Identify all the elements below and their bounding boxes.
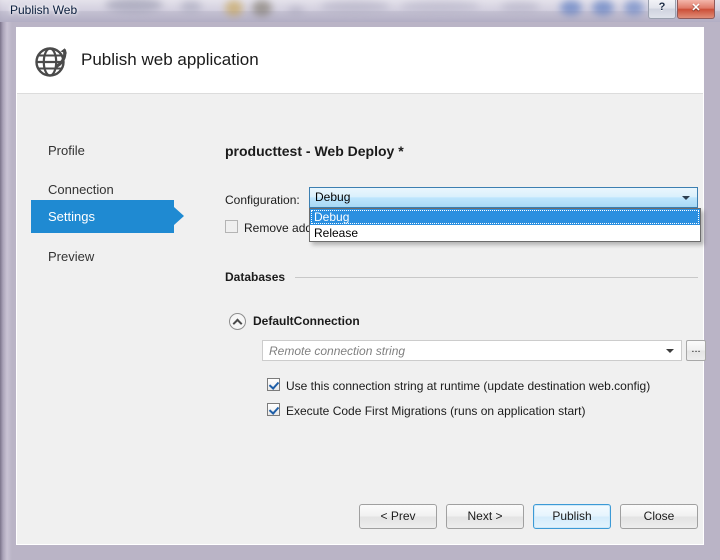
dialog-header: Publish web application: [17, 28, 703, 94]
chevron-up-circle-icon[interactable]: [229, 313, 246, 330]
dropdown-option-label: Release: [314, 226, 359, 240]
glass-blur-artifact: [225, 0, 243, 16]
close-dialog-button[interactable]: Close: [620, 504, 698, 529]
group-separator: [295, 277, 698, 278]
dropdown-option-release[interactable]: Release: [310, 225, 700, 241]
execute-migrations-label: Execute Code First Migrations (runs on a…: [286, 404, 586, 418]
chevron-down-icon[interactable]: [666, 349, 674, 353]
default-connection-label: DefaultConnection: [253, 314, 360, 328]
window-titlebar[interactable]: Publish Web: [0, 0, 720, 22]
prev-button[interactable]: < Prev: [359, 504, 437, 529]
glass-blur-artifact: [105, 0, 163, 12]
glass-blur-artifact: [252, 0, 272, 16]
databases-group-label: Databases: [225, 270, 286, 284]
use-connection-string-label: Use this connection string at runtime (u…: [286, 379, 651, 393]
sidebar-item-preview[interactable]: Preview: [31, 240, 176, 273]
globe-publish-icon: [35, 47, 67, 77]
wizard-sidebar: Profile Connection Settings Preview: [17, 95, 192, 546]
page-title: producttest - Web Deploy *: [225, 143, 404, 159]
sidebar-item-label: Preview: [48, 249, 95, 264]
remove-additional-files-checkbox[interactable]: [225, 220, 238, 233]
sidebar-item-profile[interactable]: Profile: [31, 134, 176, 167]
connection-string-placeholder: Remote connection string: [269, 344, 406, 358]
help-button[interactable]: ?: [648, 0, 676, 19]
configuration-combobox[interactable]: Debug: [309, 187, 698, 208]
connection-string-combobox[interactable]: Remote connection string: [262, 340, 682, 361]
help-icon: ?: [658, 1, 666, 13]
configuration-selected-value: Debug: [315, 190, 351, 204]
close-button[interactable]: ✕: [677, 0, 715, 19]
sidebar-item-settings[interactable]: Settings: [31, 200, 184, 233]
glass-blur-artifact: [288, 6, 304, 15]
execute-migrations-checkbox[interactable]: [267, 403, 280, 416]
glass-blur-artifact: [624, 0, 644, 15]
glass-blur-artifact: [500, 2, 540, 12]
dropdown-option-debug[interactable]: Debug: [310, 209, 700, 225]
glass-blur-artifact: [180, 1, 202, 12]
sidebar-item-label: Profile: [48, 143, 85, 158]
close-icon: ✕: [691, 2, 701, 14]
glass-blur-artifact: [320, 1, 390, 12]
glass-blur-artifact: [400, 1, 480, 12]
glass-blur-artifact: [560, 0, 582, 15]
window-frame: Publish Web ? ✕ Publish web application …: [0, 0, 720, 560]
settings-panel: producttest - Web Deploy * Configuration…: [192, 95, 706, 546]
sidebar-item-label: Settings: [48, 209, 95, 224]
publish-button[interactable]: Publish: [533, 504, 611, 529]
dialog-footer: < Prev Next > Publish Close: [17, 488, 705, 544]
configuration-dropdown-list[interactable]: Debug Release: [309, 208, 701, 242]
use-connection-string-checkbox[interactable]: [267, 378, 280, 391]
glass-blur-artifact: [592, 0, 614, 15]
sidebar-item-label: Connection: [48, 182, 114, 197]
dialog-header-title: Publish web application: [81, 50, 259, 69]
next-button[interactable]: Next >: [446, 504, 524, 529]
browse-connection-button[interactable]: ...: [686, 340, 706, 361]
dropdown-option-label: Debug: [314, 210, 350, 224]
configuration-label: Configuration:: [225, 193, 300, 207]
window-title: Publish Web: [10, 3, 78, 17]
publish-web-dialog: Publish web application Profile Connecti…: [16, 27, 706, 546]
chevron-down-icon[interactable]: [682, 196, 690, 200]
